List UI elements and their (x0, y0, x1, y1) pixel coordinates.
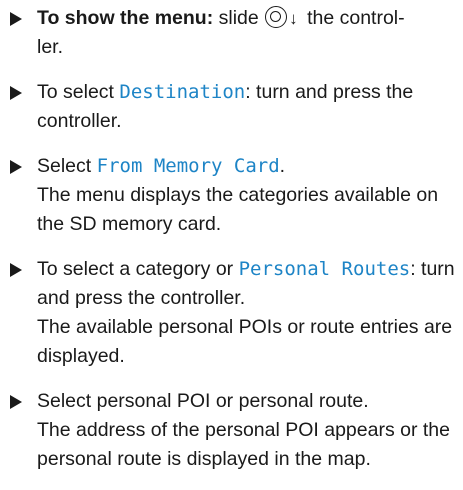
step-text: To select a category or (37, 258, 239, 280)
step-result: The menu displays the categories availab… (37, 184, 439, 235)
step-result: The address of the personal POI appears … (37, 419, 450, 470)
menu-term-personal-routes: Personal Routes (238, 258, 411, 280)
step-text: Select personal POI or personal route. (37, 390, 369, 412)
menu-term-destination: Destination (119, 81, 246, 103)
step-select-poi: Select personal POI or personal route. T… (10, 387, 458, 474)
step-show-menu: To show the menu: slide ↓ the control-le… (10, 4, 458, 62)
triangle-right-icon (10, 160, 22, 174)
step-text: the control- (301, 7, 405, 29)
step-text: To select (37, 81, 120, 103)
menu-term-from-memory-card: From Memory Card (96, 155, 280, 177)
instruction-list: To show the menu: slide ↓ the control-le… (10, 4, 458, 490)
step-text: slide (213, 7, 265, 29)
triangle-right-icon (10, 395, 22, 409)
triangle-right-icon (10, 86, 22, 100)
step-text: ler. (37, 36, 64, 58)
step-text: . (279, 155, 286, 177)
step-result: The available personal POIs or route ent… (37, 316, 453, 367)
step-lead: To show the menu: (37, 7, 214, 29)
triangle-right-icon (10, 12, 22, 26)
arrow-down-icon: ↓ (289, 9, 298, 28)
triangle-right-icon (10, 263, 22, 277)
step-from-memory-card: Select From Memory Card. The menu displa… (10, 152, 458, 239)
step-select-category: To select a category or Personal Routes:… (10, 255, 458, 371)
controller-icon (265, 6, 288, 28)
step-text: Select (37, 155, 97, 177)
step-select-destination: To select Destination: turn and press th… (10, 78, 458, 136)
